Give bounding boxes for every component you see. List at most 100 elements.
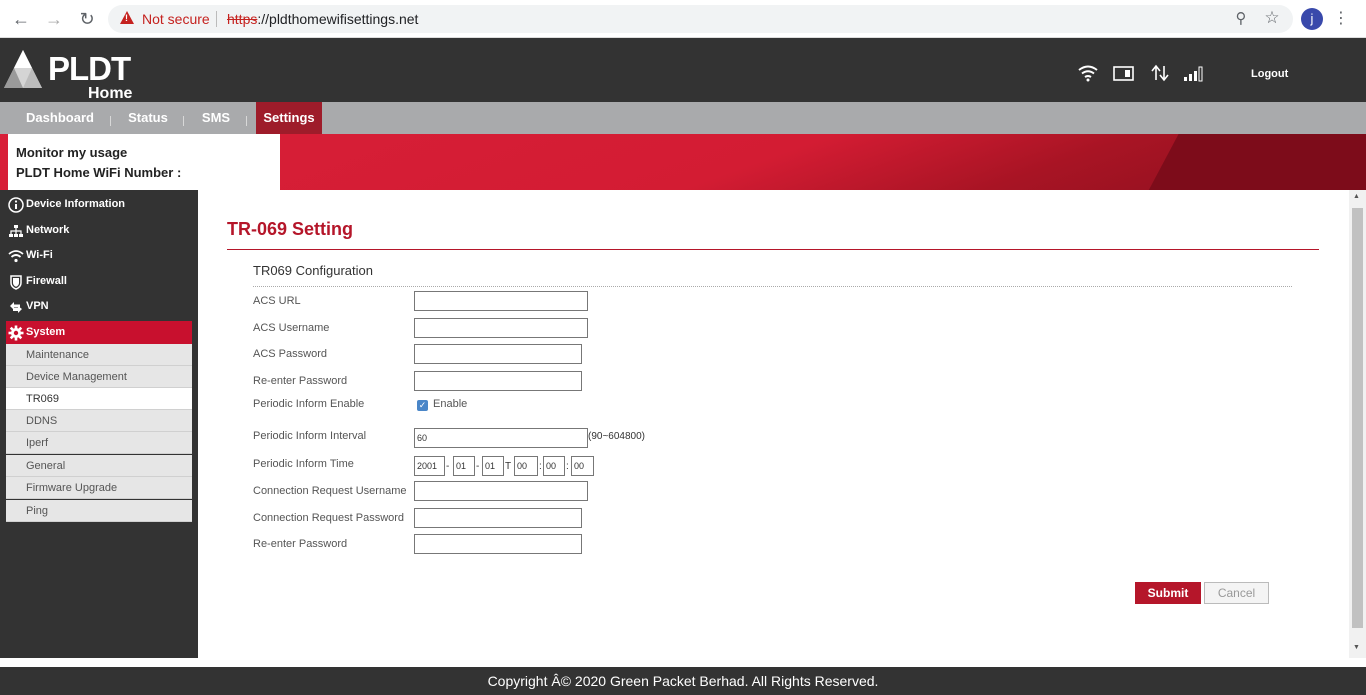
warning-icon <box>120 11 134 24</box>
periodic-interval-label: Periodic Inform Interval <box>253 430 367 442</box>
time-t-separator: T <box>505 461 512 472</box>
sidebar-item-system[interactable]: System <box>6 321 192 344</box>
info-icon <box>8 197 24 213</box>
sidebar-item-label: Wi-Fi <box>26 249 53 261</box>
periodic-time-label: Periodic Inform Time <box>253 458 354 470</box>
sidebar-subitem-ddns[interactable]: DDNS <box>6 410 192 432</box>
submit-button[interactable]: Submit <box>1135 582 1201 604</box>
tab-dashboard[interactable]: Dashboard <box>14 102 106 134</box>
time-hour-input[interactable] <box>514 456 538 476</box>
sidebar-item-label: VPN <box>26 300 49 312</box>
enable-option-label: Enable <box>433 398 468 410</box>
tab-sms[interactable]: SMS <box>192 102 240 134</box>
monitor-usage-link[interactable]: Monitor my usage <box>16 143 280 163</box>
conn-req-username-label: Connection Request Username <box>253 485 407 497</box>
profile-avatar[interactable]: j <box>1301 8 1323 30</box>
reenter-password-input[interactable] <box>414 371 582 391</box>
scroll-thumb[interactable] <box>1352 208 1363 628</box>
logout-link[interactable]: Logout <box>1251 68 1288 80</box>
conn-req-password-label: Connection Request Password <box>253 512 405 524</box>
sidebar-item-label: Device Information <box>26 198 126 210</box>
address-bar[interactable]: Not secure https://pldthomewifisettings.… <box>108 5 1293 33</box>
sidebar-item-vpn[interactable]: VPN <box>6 294 192 319</box>
page-scrollbar[interactable]: ▲ ▼ <box>1349 190 1366 658</box>
time-day-input[interactable] <box>482 456 504 476</box>
sidebar-item-device-information[interactable]: Device Information <box>6 192 192 217</box>
conn-req-reenter-input[interactable] <box>414 534 582 554</box>
time-second-input[interactable] <box>571 456 594 476</box>
title-divider <box>227 249 1319 250</box>
sidebar-subitem-ping[interactable]: Ping <box>6 500 192 522</box>
periodic-interval-input[interactable] <box>414 428 588 448</box>
forward-icon[interactable]: → <box>44 9 64 29</box>
date-separator: - <box>476 461 480 472</box>
footer: Copyright Â© 2020 Green Packet Berhad. A… <box>0 667 1366 695</box>
sidebar-item-wifi[interactable]: Wi-Fi <box>6 243 192 268</box>
url-host: ://pldthomewifisettings.net <box>257 11 419 27</box>
conn-req-username-input[interactable] <box>414 481 588 501</box>
banner: Monitor my usage PLDT Home WiFi Number : <box>0 134 1366 190</box>
date-separator: - <box>446 461 450 472</box>
wifi-icon <box>1078 65 1098 82</box>
cancel-button[interactable]: Cancel <box>1204 582 1269 604</box>
sidebar: Device Information Network Wi-Fi Firewal… <box>0 190 198 658</box>
gear-icon <box>8 325 24 341</box>
tab-divider <box>110 116 111 126</box>
time-separator: : <box>566 461 569 472</box>
signal-strength-icon <box>1184 66 1203 82</box>
sidebar-subitem-firmware-upgrade[interactable]: Firmware Upgrade <box>6 477 192 499</box>
back-icon[interactable]: ← <box>11 9 31 29</box>
main-nav: Dashboard Status SMS Settings <box>0 102 1366 134</box>
section-title: TR069 Configuration <box>253 263 373 278</box>
tab-status[interactable]: Status <box>118 102 178 134</box>
sidebar-item-label: Network <box>26 224 70 236</box>
acs-url-label: ACS URL <box>253 295 301 307</box>
conn-req-reenter-label: Re-enter Password <box>253 538 348 550</box>
logo-text: PLDT <box>48 50 131 87</box>
main-content: TR-069 Setting TR069 Configuration ACS U… <box>198 190 1349 658</box>
time-month-input[interactable] <box>453 456 475 476</box>
sidebar-subitem-maintenance[interactable]: Maintenance <box>6 344 192 366</box>
acs-password-label: ACS Password <box>253 348 327 360</box>
acs-password-input[interactable] <box>414 344 582 364</box>
reload-icon[interactable]: ↻ <box>77 9 97 29</box>
acs-username-label: ACS Username <box>253 322 330 334</box>
omnibox-divider <box>216 11 217 27</box>
conn-req-password-input[interactable] <box>414 508 582 528</box>
sidebar-subitem-general[interactable]: General <box>6 455 192 477</box>
scroll-up-icon[interactable]: ▲ <box>1353 193 1360 200</box>
time-year-input[interactable] <box>414 456 445 476</box>
sim-card-icon <box>1113 66 1134 81</box>
periodic-enable-label: Periodic Inform Enable <box>253 398 365 410</box>
vpn-icon <box>10 302 22 313</box>
zoom-icon[interactable]: ⚲ <box>1231 9 1251 29</box>
sidebar-subitem-device-management[interactable]: Device Management <box>6 366 192 388</box>
not-secure-label[interactable]: Not secure <box>142 11 210 27</box>
time-minute-input[interactable] <box>543 456 565 476</box>
router-header: PLDT Home Logout <box>0 38 1366 102</box>
browser-menu-icon[interactable]: ⋮ <box>1333 8 1349 30</box>
scroll-down-icon[interactable]: ▼ <box>1353 644 1360 651</box>
logo-subtext: Home <box>88 85 133 102</box>
logo-mark-icon <box>4 50 42 88</box>
acs-url-input[interactable] <box>414 291 588 311</box>
sidebar-subitem-iperf[interactable]: Iperf <box>6 432 192 454</box>
interval-range-hint: (90~604800) <box>588 431 645 442</box>
wifi-number-label: PLDT Home WiFi Number : <box>16 165 182 180</box>
tab-divider <box>246 116 247 126</box>
sidebar-subitem-tr069[interactable]: TR069 <box>6 388 192 410</box>
usage-box: Monitor my usage PLDT Home WiFi Number : <box>8 134 280 190</box>
periodic-enable-checkbox[interactable]: ✓ <box>417 400 428 411</box>
browser-toolbar: ← → ↻ Not secure https://pldthomewifiset… <box>0 0 1366 38</box>
sidebar-item-label: Firewall <box>26 275 67 287</box>
page-title: TR-069 Setting <box>227 219 354 239</box>
url-text[interactable]: https://pldthomewifisettings.net <box>227 11 418 27</box>
tab-divider <box>183 116 184 126</box>
banner-stripe <box>1120 134 1366 190</box>
wifi-icon <box>8 250 24 263</box>
sidebar-item-network[interactable]: Network <box>6 218 192 243</box>
tab-settings[interactable]: Settings <box>256 102 322 134</box>
bookmark-star-icon[interactable]: ☆ <box>1262 8 1282 28</box>
sidebar-item-firewall[interactable]: Firewall <box>6 269 192 294</box>
acs-username-input[interactable] <box>414 318 588 338</box>
